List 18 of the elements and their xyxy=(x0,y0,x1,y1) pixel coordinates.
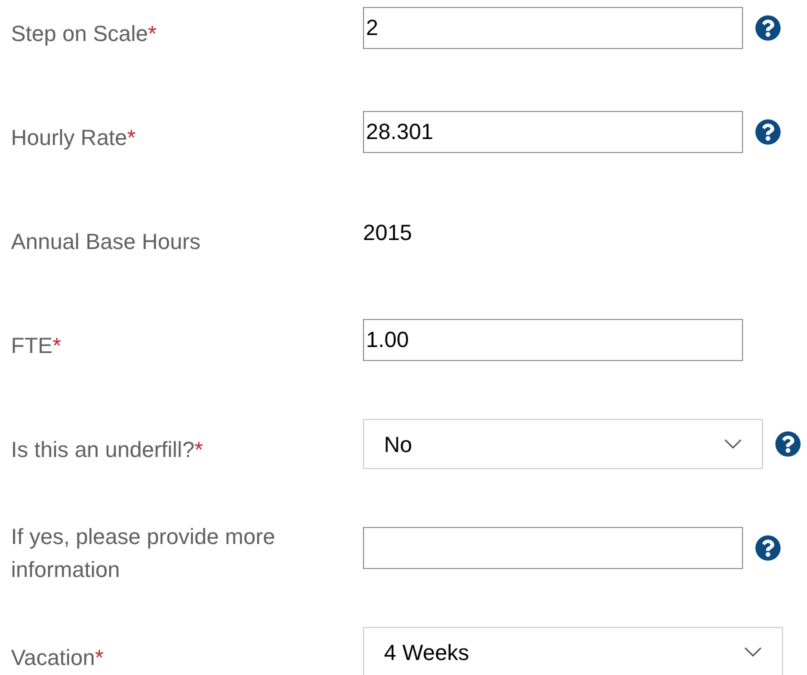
dropdown[interactable]: 4 Weeks xyxy=(363,627,783,675)
help-icon[interactable] xyxy=(755,119,781,145)
field-label: Annual Base Hours xyxy=(11,228,201,254)
help-icon[interactable] xyxy=(775,431,801,457)
field-label: Vacation* xyxy=(11,644,104,670)
help-icon[interactable] xyxy=(755,15,781,41)
help-icon[interactable] xyxy=(755,535,781,561)
field-label: Hourly Rate* xyxy=(11,124,136,150)
input-field[interactable]: 28.301 xyxy=(363,111,743,153)
field-label: FTE* xyxy=(11,332,62,358)
field-label: If yes, please provide more information xyxy=(11,524,276,582)
field-value: 2015 xyxy=(363,218,412,246)
dropdown[interactable]: No xyxy=(363,419,763,469)
field-label: Is this an underfill?* xyxy=(11,436,203,462)
input-field[interactable] xyxy=(363,527,743,569)
input-field[interactable]: 2 xyxy=(363,7,743,49)
input-field[interactable]: 1.00 xyxy=(363,319,743,361)
field-label: Step on Scale* xyxy=(11,20,157,46)
